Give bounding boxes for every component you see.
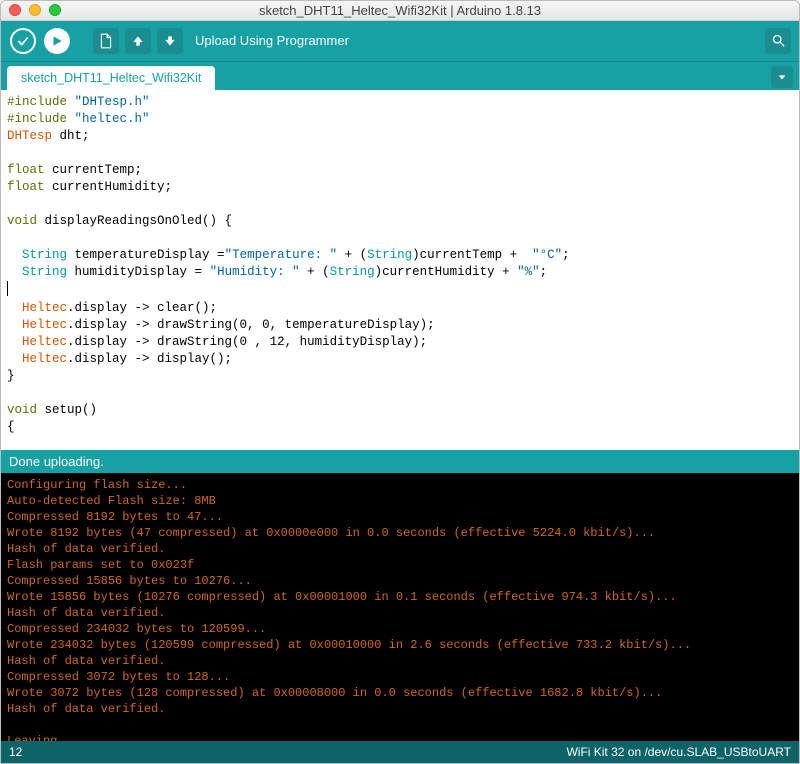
traffic-lights bbox=[1, 4, 61, 16]
toolbar-action-label: Upload Using Programmer bbox=[195, 33, 349, 48]
save-sketch-button[interactable] bbox=[157, 28, 183, 54]
toolbar: Upload Using Programmer bbox=[1, 21, 799, 61]
console-line: Wrote 3072 bytes (128 compressed) at 0x0… bbox=[7, 686, 662, 700]
tab-bar: sketch_DHT11_Heltec_Wifi32Kit bbox=[1, 61, 799, 90]
verify-button[interactable] bbox=[9, 27, 37, 55]
console-line: Flash params set to 0x023f bbox=[7, 558, 194, 572]
tab-menu-button[interactable] bbox=[771, 66, 793, 88]
upload-button[interactable] bbox=[43, 27, 71, 55]
new-sketch-button[interactable] bbox=[93, 28, 119, 54]
window-title: sketch_DHT11_Heltec_Wifi32Kit | Arduino … bbox=[1, 3, 799, 18]
console-line: Leaving... bbox=[7, 734, 79, 741]
arrow-up-icon bbox=[131, 34, 145, 48]
console-line: Auto-detected Flash size: 8MB bbox=[7, 494, 216, 508]
arrow-down-icon bbox=[163, 34, 177, 48]
code-editor[interactable]: #include "DHTesp.h" #include "heltec.h" … bbox=[1, 90, 799, 450]
arduino-ide-window: sketch_DHT11_Heltec_Wifi32Kit | Arduino … bbox=[0, 0, 800, 764]
sketch-tab[interactable]: sketch_DHT11_Heltec_Wifi32Kit bbox=[7, 66, 215, 90]
console-line: Hash of data verified. bbox=[7, 702, 165, 716]
console-line: Compressed 8192 bytes to 47... bbox=[7, 510, 223, 524]
magnifier-icon bbox=[771, 33, 786, 48]
console-line: Wrote 8192 bytes (47 compressed) at 0x00… bbox=[7, 526, 655, 540]
footer-bar: 12 WiFi Kit 32 on /dev/cu.SLAB_USBtoUART bbox=[1, 741, 799, 763]
console-line: Compressed 3072 bytes to 128... bbox=[7, 670, 230, 684]
open-sketch-button[interactable] bbox=[125, 28, 151, 54]
board-port-label: WiFi Kit 32 on /dev/cu.SLAB_USBtoUART bbox=[566, 745, 791, 759]
console-line: Hash of data verified. bbox=[7, 542, 165, 556]
serial-monitor-button[interactable] bbox=[765, 28, 791, 54]
console-line: Hash of data verified. bbox=[7, 654, 165, 668]
zoom-window-button[interactable] bbox=[49, 4, 61, 16]
text-cursor bbox=[7, 281, 8, 296]
console-line: Configuring flash size... bbox=[7, 478, 187, 492]
console-line: Hash of data verified. bbox=[7, 606, 165, 620]
minimize-window-button[interactable] bbox=[29, 4, 41, 16]
file-icon bbox=[99, 33, 113, 49]
line-number: 12 bbox=[9, 745, 22, 759]
console-line: Compressed 15856 bytes to 10276... bbox=[7, 574, 252, 588]
console-line: Compressed 234032 bytes to 120599... bbox=[7, 622, 266, 636]
close-window-button[interactable] bbox=[9, 4, 21, 16]
output-console[interactable]: Configuring flash size... Auto-detected … bbox=[1, 473, 799, 741]
console-line: Wrote 15856 bytes (10276 compressed) at … bbox=[7, 590, 677, 604]
chevron-down-icon bbox=[777, 72, 787, 82]
status-message: Done uploading. bbox=[9, 454, 104, 469]
titlebar: sketch_DHT11_Heltec_Wifi32Kit | Arduino … bbox=[1, 1, 799, 21]
arrow-right-icon bbox=[44, 28, 70, 54]
console-line: Wrote 234032 bytes (120599 compressed) a… bbox=[7, 638, 691, 652]
status-bar: Done uploading. bbox=[1, 450, 799, 473]
check-icon bbox=[10, 28, 36, 54]
